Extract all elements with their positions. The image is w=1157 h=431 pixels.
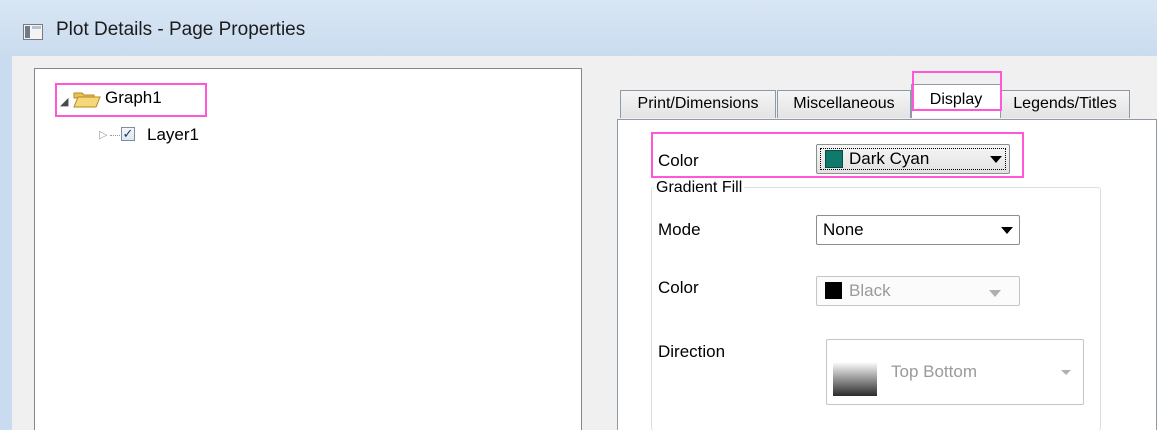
window-title: Plot Details - Page Properties bbox=[56, 19, 306, 40]
black-swatch bbox=[825, 282, 842, 299]
mode-dropdown[interactable]: None bbox=[816, 215, 1020, 245]
tree-connector bbox=[110, 135, 120, 136]
layer1-checkbox[interactable]: ✓ bbox=[121, 127, 135, 141]
chevron-down-icon bbox=[1001, 227, 1013, 234]
gradient-color-value: Black bbox=[849, 281, 891, 300]
chevron-down-icon bbox=[989, 290, 1001, 297]
tree-item-layer1[interactable]: Layer1 bbox=[147, 125, 199, 145]
gradient-preview-icon bbox=[833, 362, 877, 396]
color-highlight-box bbox=[651, 132, 1024, 178]
tab-miscellaneous[interactable]: Miscellaneous bbox=[777, 90, 911, 118]
direction-label: Direction bbox=[658, 342, 726, 361]
plot-tree-view[interactable]: ◢ Graph1 ▷ ✓ Layer1 bbox=[34, 68, 582, 430]
gradient-fill-title: Gradient Fill bbox=[654, 179, 745, 197]
expand-arrow-icon[interactable]: ▷ bbox=[99, 128, 107, 141]
gradient-color-label: Color bbox=[658, 278, 699, 297]
gradient-color-dropdown[interactable]: Black bbox=[816, 276, 1020, 306]
window-app-icon bbox=[23, 24, 43, 40]
display-tab-panel: Color Dark Cyan Gradient Fill Mode None … bbox=[617, 119, 1157, 431]
tab-legends-titles[interactable]: Legends/Titles bbox=[1000, 90, 1130, 118]
direction-dropdown[interactable]: Top Bottom bbox=[826, 339, 1084, 405]
chevron-down-icon bbox=[1061, 370, 1071, 375]
title-bar: Plot Details - Page Properties bbox=[0, 0, 1157, 56]
display-tab-highlight-box bbox=[912, 71, 1002, 111]
tab-print-dimensions[interactable]: Print/Dimensions bbox=[620, 90, 776, 118]
dialog-client-area: ◢ Graph1 ▷ ✓ Layer1 Print/Dimensions Mis… bbox=[12, 56, 1157, 431]
plot-details-window: Plot Details - Page Properties ◢ Graph1 … bbox=[0, 0, 1157, 431]
mode-label: Mode bbox=[658, 220, 701, 239]
graph1-highlight-box bbox=[55, 83, 207, 117]
direction-value: Top Bottom bbox=[891, 362, 977, 381]
mode-value: None bbox=[823, 220, 864, 239]
